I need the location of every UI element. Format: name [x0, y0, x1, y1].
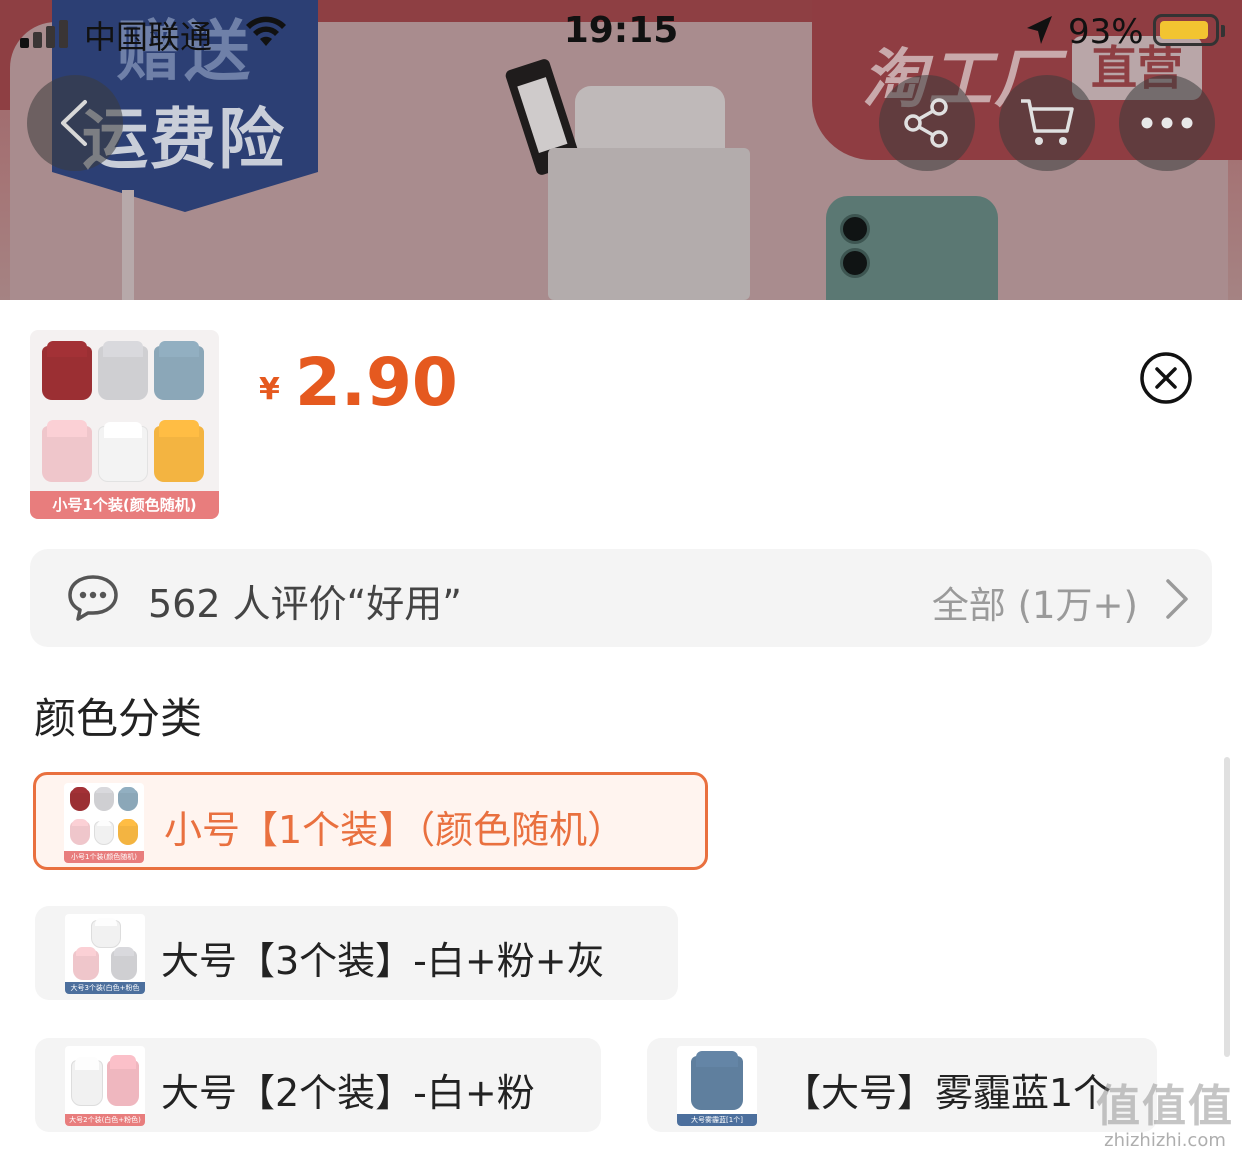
variant-thumbnail-caption: 大号2个装(白色+粉色) — [65, 1114, 145, 1126]
review-count-text: 562 人评价“好用” — [148, 582, 462, 626]
photo-holder — [548, 148, 750, 300]
variant-option-large-2pack[interactable]: 大号2个装(白色+粉色) 大号【2个装】-白+粉 — [35, 1038, 601, 1132]
status-bar: 中国联通 19:15 93% — [0, 0, 1242, 64]
variant-thumbnail-caption: 大号雾霾蓝[1个] — [677, 1114, 757, 1126]
variant-option-large-3pack[interactable]: 大号3个装(白色+粉色+灰色) 大号【3个装】-白+粉+灰 — [35, 906, 678, 1000]
photo-phone — [826, 196, 998, 300]
scrollbar[interactable] — [1224, 757, 1230, 1057]
close-icon[interactable] — [1138, 350, 1194, 406]
cart-icon — [1021, 99, 1074, 145]
thumbnail-caption: 小号1个装(颜色随机) — [30, 491, 219, 519]
comment-icon — [68, 575, 118, 621]
cart-button[interactable] — [999, 75, 1095, 171]
variant-thumbnail: 大号3个装(白色+粉色+灰色) — [65, 914, 145, 994]
more-button[interactable] — [1119, 75, 1215, 171]
variant-thumbnail-caption: 大号3个装(白色+粉色+灰色) — [65, 982, 145, 994]
photo-pole — [122, 190, 134, 300]
chevron-right-icon — [1166, 579, 1188, 619]
variant-option-large-blue[interactable]: 大号雾霾蓝[1个] 【大号】雾霾蓝1个 — [647, 1038, 1157, 1132]
price: 2.90 — [295, 344, 458, 421]
share-button[interactable] — [879, 75, 975, 171]
watermark-url: zhizhizhi.com — [1104, 1130, 1226, 1151]
variant-thumbnail: 小号1个装(颜色随机) — [64, 783, 144, 863]
watermark: 值值值 zhizhizhi.com — [1092, 1070, 1238, 1151]
variant-label: 大号【3个装】-白+粉+灰 — [161, 939, 605, 983]
battery-level — [1160, 21, 1208, 39]
variant-thumbnail: 大号2个装(白色+粉色) — [65, 1046, 145, 1126]
review-summary-bar[interactable]: 562 人评价“好用” 全部 (1万+) — [30, 549, 1212, 647]
location-icon — [1027, 16, 1052, 44]
variant-section-title: 颜色分类 — [34, 694, 203, 743]
currency-symbol: ¥ — [259, 372, 280, 407]
variant-label: 小号【1个装】（颜色随机） — [164, 808, 626, 852]
variant-thumbnail-caption: 小号1个装(颜色随机) — [64, 851, 144, 863]
review-all-link[interactable]: 全部 (1万+) — [932, 575, 1138, 629]
battery-icon — [1153, 14, 1225, 46]
phone-lens — [840, 214, 870, 244]
status-time: 19:15 — [563, 10, 679, 51]
variant-thumbnail: 大号雾霾蓝[1个] — [677, 1046, 757, 1126]
chevron-left-icon — [61, 100, 87, 146]
watermark-mark: 值值值 — [1096, 1081, 1234, 1132]
variant-option-small-1pack[interactable]: 小号1个装(颜色随机) 小号【1个装】（颜色随机） — [33, 772, 708, 870]
variant-label: 大号【2个装】-白+粉 — [161, 1071, 535, 1115]
phone-lens — [840, 248, 870, 278]
share-icon — [904, 98, 948, 148]
battery-percent: 93% — [1068, 12, 1144, 52]
more-icon — [1141, 117, 1193, 129]
back-button[interactable] — [27, 75, 123, 171]
product-thumbnail: 小号1个装(颜色随机) — [30, 330, 219, 519]
variant-label: 【大号】雾霾蓝1个 — [783, 1071, 1112, 1115]
